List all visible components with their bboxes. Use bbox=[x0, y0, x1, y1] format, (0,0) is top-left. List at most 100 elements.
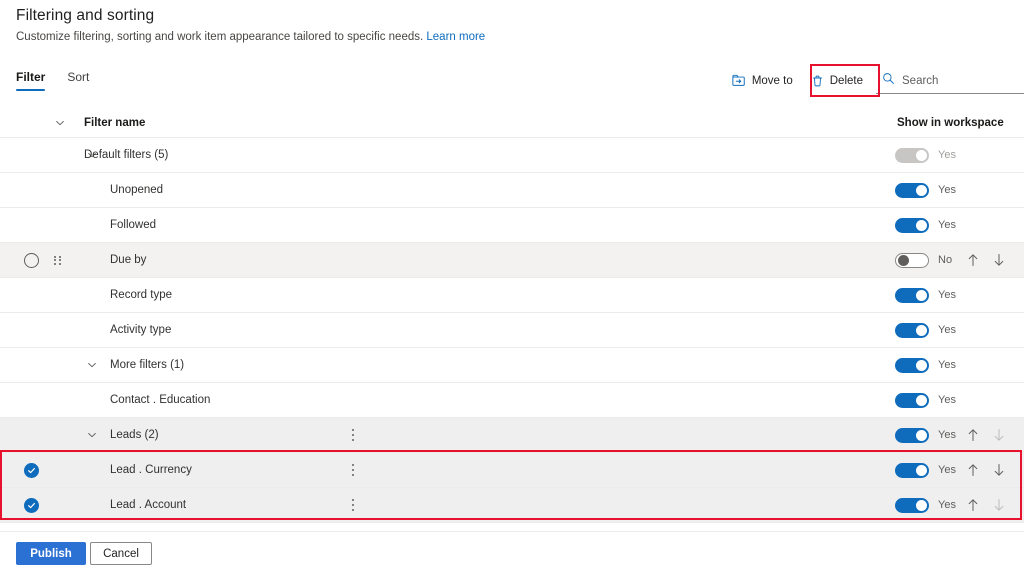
show-in-workspace-toggle[interactable] bbox=[895, 287, 929, 303]
toggle-value-label: Yes bbox=[938, 219, 956, 231]
move-down-arrow-icon[interactable] bbox=[986, 253, 1012, 267]
row-overflow-menu-icon[interactable] bbox=[345, 463, 361, 477]
tab-sort[interactable]: Sort bbox=[67, 70, 89, 91]
toggle-knob bbox=[916, 359, 927, 371]
row-actions: Yes bbox=[895, 497, 1012, 513]
toggle-knob bbox=[916, 184, 927, 196]
table-row[interactable]: Leads (2) Yes bbox=[0, 418, 1024, 453]
row-overflow-menu-icon[interactable] bbox=[345, 428, 361, 442]
move-to-button[interactable]: Move to bbox=[723, 68, 802, 94]
publish-button[interactable]: Publish bbox=[16, 542, 86, 565]
row-expand-chevron-icon[interactable] bbox=[84, 360, 100, 370]
table-row[interactable]: Lead . Currency Yes bbox=[0, 453, 1024, 488]
show-in-workspace-toggle[interactable] bbox=[895, 392, 929, 408]
move-up-arrow-icon[interactable] bbox=[960, 463, 986, 477]
toggle-value-label: Yes bbox=[938, 289, 956, 301]
table-row[interactable]: Followed Yes bbox=[0, 208, 1024, 243]
row-label: Contact . Education bbox=[110, 394, 211, 406]
toggle-knob bbox=[898, 254, 909, 266]
column-header-filter-name: Filter name bbox=[84, 116, 146, 129]
table-row[interactable]: Lead . Account Yes bbox=[0, 488, 1024, 523]
table-body: Default filters (5) Yes Unopened Yes Followe… bbox=[0, 138, 1024, 523]
row-label: Followed bbox=[110, 219, 157, 231]
row-label: More filters (1) bbox=[110, 359, 185, 371]
show-in-workspace-toggle[interactable] bbox=[895, 427, 929, 443]
toggle-knob bbox=[916, 289, 927, 301]
table-row[interactable]: Record type Yes bbox=[0, 278, 1024, 313]
search-box[interactable] bbox=[876, 68, 1024, 94]
toggle-value-label: Yes bbox=[938, 359, 956, 371]
filtering-and-sorting-page: Filtering and sorting Customize filterin… bbox=[0, 0, 1024, 572]
toggle-value-label: No bbox=[938, 254, 953, 266]
show-in-workspace-toggle[interactable] bbox=[895, 147, 929, 163]
header-collapse-chevron[interactable] bbox=[52, 118, 68, 128]
toggle-value-label: Yes bbox=[938, 394, 956, 406]
command-bar: Move to Delete bbox=[723, 68, 1024, 94]
move-down-arrow-icon[interactable] bbox=[986, 428, 1012, 442]
trash-icon bbox=[811, 74, 824, 88]
table-row[interactable]: Activity type Yes bbox=[0, 313, 1024, 348]
row-label: Lead . Account bbox=[110, 499, 187, 511]
row-checkbox[interactable] bbox=[22, 462, 40, 478]
move-down-arrow-icon[interactable] bbox=[986, 463, 1012, 477]
tab-filter[interactable]: Filter bbox=[16, 70, 46, 91]
row-actions: Yes bbox=[895, 427, 1012, 443]
row-actions: Yes bbox=[895, 392, 960, 408]
drag-handle-icon[interactable] bbox=[50, 255, 66, 265]
table-row[interactable]: Default filters (5) Yes bbox=[0, 138, 1024, 173]
delete-button[interactable]: Delete bbox=[802, 68, 872, 94]
row-actions: Yes bbox=[895, 217, 960, 233]
page-title: Filtering and sorting bbox=[16, 7, 155, 24]
toggle-value-label: Yes bbox=[938, 499, 956, 511]
footer-divider bbox=[0, 531, 1024, 532]
toggle-knob bbox=[916, 219, 927, 231]
table-row[interactable]: Due by No bbox=[0, 243, 1024, 278]
table-row[interactable]: Contact . Education Yes bbox=[0, 383, 1024, 418]
move-to-label: Move to bbox=[751, 75, 793, 87]
row-overflow-menu-icon[interactable] bbox=[345, 498, 361, 512]
move-to-folder-icon bbox=[732, 74, 746, 88]
show-in-workspace-toggle[interactable] bbox=[895, 497, 929, 513]
checkbox-unchecked-icon bbox=[23, 252, 39, 268]
column-header-show-in-workspace: Show in workspace bbox=[897, 116, 1004, 129]
row-actions: No bbox=[895, 252, 1012, 268]
tab-list: Filter Sort bbox=[16, 70, 89, 91]
toggle-knob bbox=[916, 464, 927, 476]
show-in-workspace-toggle[interactable] bbox=[895, 217, 929, 233]
cancel-button[interactable]: Cancel bbox=[90, 542, 152, 565]
table-row[interactable]: More filters (1) Yes bbox=[0, 348, 1024, 383]
row-actions: Yes bbox=[895, 462, 1012, 478]
table-row[interactable]: Unopened Yes bbox=[0, 173, 1024, 208]
move-up-arrow-icon[interactable] bbox=[960, 498, 986, 512]
footer-bar: Publish Cancel bbox=[0, 531, 1024, 572]
show-in-workspace-toggle[interactable] bbox=[895, 252, 929, 268]
show-in-workspace-toggle[interactable] bbox=[895, 357, 929, 373]
row-actions: Yes bbox=[895, 147, 960, 163]
show-in-workspace-toggle[interactable] bbox=[895, 182, 929, 198]
toggle-value-label: Yes bbox=[938, 324, 956, 336]
toggle-knob bbox=[916, 499, 927, 511]
toggle-value-label: Yes bbox=[938, 184, 956, 196]
toggle-knob bbox=[916, 324, 927, 336]
row-label: Due by bbox=[110, 254, 147, 266]
show-in-workspace-toggle[interactable] bbox=[895, 322, 929, 338]
row-checkbox[interactable] bbox=[22, 252, 40, 268]
row-label: Unopened bbox=[110, 184, 164, 196]
learn-more-link[interactable]: Learn more bbox=[426, 31, 485, 43]
toggle-knob bbox=[916, 149, 927, 161]
move-up-arrow-icon[interactable] bbox=[960, 428, 986, 442]
move-down-arrow-icon[interactable] bbox=[986, 498, 1012, 512]
row-actions: Yes bbox=[895, 322, 960, 338]
checkbox-checked-icon bbox=[23, 462, 39, 478]
toggle-value-label: Yes bbox=[938, 149, 956, 161]
row-label: Record type bbox=[110, 289, 173, 301]
row-label: Activity type bbox=[110, 324, 172, 336]
move-up-arrow-icon[interactable] bbox=[960, 253, 986, 267]
show-in-workspace-toggle[interactable] bbox=[895, 462, 929, 478]
row-actions: Yes bbox=[895, 357, 960, 373]
row-checkbox[interactable] bbox=[22, 497, 40, 513]
checkbox-checked-icon bbox=[23, 497, 39, 513]
toggle-knob bbox=[916, 429, 927, 441]
search-input[interactable] bbox=[902, 75, 1012, 87]
row-expand-chevron-icon[interactable] bbox=[84, 430, 100, 440]
